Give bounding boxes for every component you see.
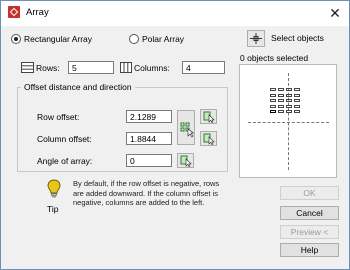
preview-cell <box>294 110 300 114</box>
columns-label: Columns: <box>134 63 170 73</box>
preview-button[interactable]: Preview < <box>280 225 339 239</box>
preview-cell <box>294 88 300 91</box>
ok-button[interactable]: OK <box>280 186 339 200</box>
preview-cell <box>278 93 284 97</box>
pick-angle-button[interactable] <box>177 153 194 168</box>
title-bar: Array ✕ <box>1 1 349 26</box>
column-offset-input[interactable]: 1.8844 <box>126 132 172 145</box>
preview-cell <box>278 110 284 114</box>
preview-cell <box>286 110 292 114</box>
lightbulb-icon <box>47 179 61 198</box>
window-title: Array <box>26 7 49 18</box>
rectangular-array-radio[interactable] <box>11 34 21 44</box>
preview-horizontal-axis <box>248 122 329 123</box>
pick-row-offset-icon <box>203 111 215 124</box>
preview-cell <box>294 99 300 103</box>
crosshair-icon <box>250 33 262 44</box>
rows-label: Rows: <box>36 63 60 73</box>
angle-input[interactable]: 0 <box>126 154 172 167</box>
columns-icon <box>120 62 132 73</box>
preview-cell <box>278 88 284 91</box>
preview-cell <box>286 93 292 97</box>
preview-cell <box>270 93 276 97</box>
preview-cell <box>294 104 300 108</box>
pick-column-offset-button[interactable] <box>200 131 217 146</box>
select-objects-button[interactable] <box>247 30 265 47</box>
tip-label: Tip <box>47 204 59 214</box>
preview-cell <box>286 88 292 91</box>
row-offset-label: Row offset: <box>37 112 80 122</box>
angle-label: Angle of array: <box>37 156 93 166</box>
cancel-button[interactable]: Cancel <box>280 206 339 220</box>
tip-text: By default, if the row offset is negativ… <box>73 179 220 207</box>
app-icon <box>8 6 20 18</box>
pick-row-offset-button[interactable] <box>200 109 217 124</box>
pick-angle-icon <box>180 155 192 168</box>
rows-input[interactable]: 5 <box>68 61 114 74</box>
polar-array-label[interactable]: Polar Array <box>142 34 184 44</box>
array-preview <box>239 64 337 178</box>
preview-cell <box>278 104 284 108</box>
pick-offsets-icon <box>180 122 195 138</box>
close-button[interactable]: ✕ <box>321 1 349 26</box>
objects-selected-status: 0 objects selected <box>240 53 309 63</box>
preview-cell <box>270 104 276 108</box>
help-button[interactable]: Help <box>280 243 339 257</box>
column-offset-label: Column offset: <box>37 134 92 144</box>
columns-input[interactable]: 4 <box>182 61 225 74</box>
preview-cell <box>286 99 292 103</box>
pick-both-offsets-button[interactable] <box>177 110 195 145</box>
preview-cell <box>286 104 292 108</box>
preview-cell <box>278 99 284 103</box>
select-objects-label: Select objects <box>271 33 324 43</box>
rows-icon <box>21 62 34 73</box>
row-offset-input[interactable]: 2.1289 <box>126 110 172 123</box>
preview-cell <box>270 110 276 114</box>
polar-array-radio[interactable] <box>129 34 139 44</box>
preview-cell <box>270 88 276 91</box>
offset-group-legend: Offset distance and direction <box>21 82 135 92</box>
pick-column-offset-icon <box>203 133 215 146</box>
rectangular-array-label[interactable]: Rectangular Array <box>24 34 92 44</box>
preview-cell <box>270 99 276 103</box>
preview-cell <box>294 93 300 97</box>
array-dialog: Array ✕ Rectangular Array Polar Array Se… <box>0 0 350 270</box>
